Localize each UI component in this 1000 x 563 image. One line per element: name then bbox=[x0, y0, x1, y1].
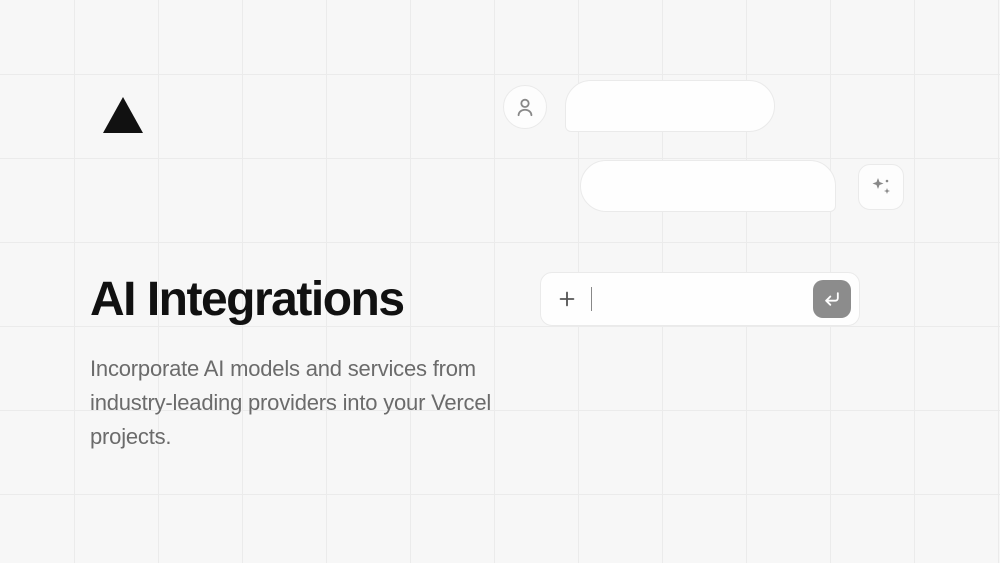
page-subtitle: Incorporate AI models and services from … bbox=[90, 352, 520, 454]
ai-badge bbox=[858, 164, 904, 210]
sparkles-icon bbox=[869, 175, 893, 199]
user-avatar bbox=[503, 85, 547, 129]
person-icon bbox=[514, 96, 536, 118]
chat-input[interactable] bbox=[591, 287, 803, 311]
send-button[interactable] bbox=[813, 280, 851, 318]
add-attachment-button[interactable] bbox=[553, 285, 581, 313]
text-caret bbox=[591, 287, 592, 311]
chat-input-bar[interactable] bbox=[540, 272, 860, 326]
enter-arrow-icon bbox=[822, 289, 842, 309]
plus-icon bbox=[556, 288, 578, 310]
page-title: AI Integrations bbox=[90, 272, 404, 327]
vercel-logo-triangle-icon bbox=[103, 97, 143, 133]
chat-bubble-ai bbox=[580, 160, 836, 212]
chat-bubble-user bbox=[565, 80, 775, 132]
